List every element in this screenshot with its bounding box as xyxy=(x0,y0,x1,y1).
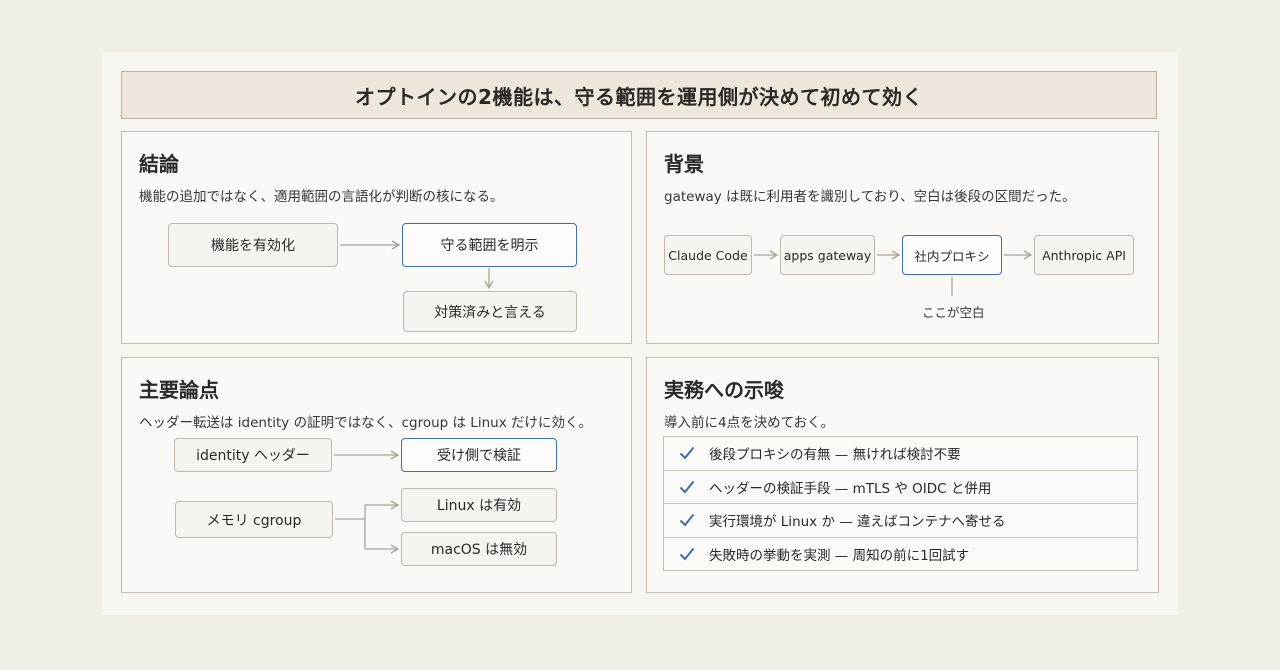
check-row: 後段プロキシの有無 — 無ければ検討不要 xyxy=(664,437,1137,471)
check-row: ヘッダーの検証手段 — mTLS や OIDC と併用 xyxy=(664,471,1137,504)
node-claude-code: Claude Code xyxy=(664,235,752,275)
node-covered: 対策済みと言える xyxy=(403,291,577,332)
check-icon xyxy=(664,446,709,460)
gap-note: ここが空白 xyxy=(922,305,985,320)
checklist: 後段プロキシの有無 — 無ければ検討不要 ヘッダーの検証手段 — mTLS や … xyxy=(663,436,1138,571)
check-row: 失敗時の挙動を実測 — 周知の前に1回試す xyxy=(664,538,1137,572)
check-text: 後段プロキシの有無 — 無ければ検討不要 xyxy=(709,447,961,464)
check-icon xyxy=(664,513,709,527)
check-icon xyxy=(664,480,709,494)
check-text: ヘッダーの検証手段 — mTLS や OIDC と併用 xyxy=(709,480,992,497)
node-internal-proxy: 社内プロキシ xyxy=(902,235,1002,275)
node-enable: 機能を有効化 xyxy=(168,223,338,267)
node-anthropic-api: Anthropic API xyxy=(1034,235,1134,275)
node-identity-header: identity ヘッダー xyxy=(174,438,332,472)
node-linux-enabled: Linux は有効 xyxy=(401,488,557,522)
background-subtitle: gateway は既に利用者を識別しており、空白は後段の区間だった。 xyxy=(664,189,1076,205)
conclusion-subtitle: 機能の追加ではなく、適用範囲の言語化が判断の核になる。 xyxy=(139,189,504,205)
check-text: 失敗時の挙動を実測 — 周知の前に1回試す xyxy=(709,548,970,565)
page-title: オプトインの2機能は、守る範囲を運用側が決めて初めて効く xyxy=(121,71,1157,119)
check-row: 実行環境が Linux か — 違えばコンテナへ寄せる xyxy=(664,504,1137,538)
node-memory-cgroup: メモリ cgroup xyxy=(175,501,333,538)
check-icon xyxy=(664,547,709,561)
check-text: 実行環境が Linux か — 違えばコンテナへ寄せる xyxy=(709,514,1006,531)
points-subtitle: ヘッダー転送は identity の証明ではなく、cgroup は Linux … xyxy=(139,415,592,431)
background-title: 背景 xyxy=(664,152,704,176)
practice-title: 実務への示唆 xyxy=(664,378,784,402)
points-title: 主要論点 xyxy=(139,378,219,402)
conclusion-title: 結論 xyxy=(139,152,179,176)
practice-subtitle: 導入前に4点を決めておく。 xyxy=(664,415,835,431)
node-scope: 守る範囲を明示 xyxy=(402,223,577,267)
node-receiver-verify: 受け側で検証 xyxy=(401,438,557,472)
node-apps-gateway: apps gateway xyxy=(780,235,875,275)
node-macos-disabled: macOS は無効 xyxy=(401,532,557,566)
